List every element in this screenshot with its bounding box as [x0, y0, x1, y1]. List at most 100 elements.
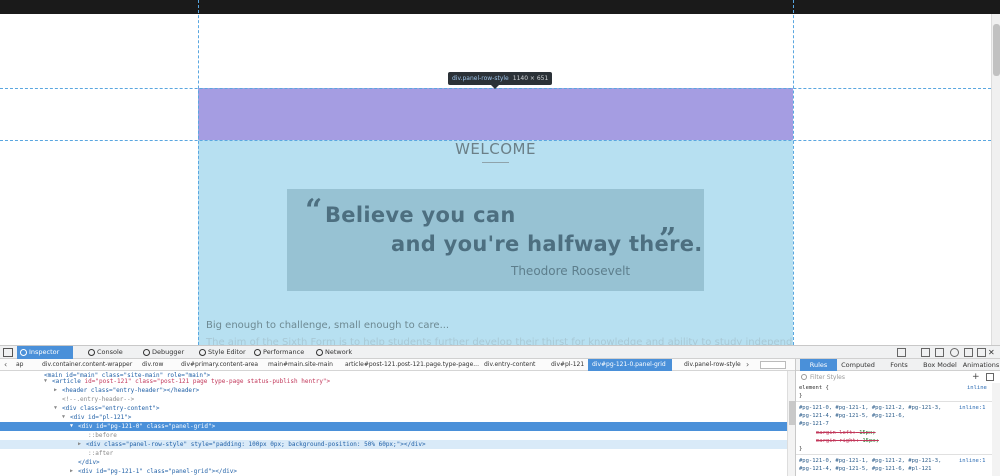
content-highlight: WELCOME “ Believe you can and you're hal… [198, 140, 793, 345]
markup-line[interactable]: <!--.entry-header--> [0, 395, 787, 404]
markup-line[interactable]: </div> [0, 458, 787, 467]
welcome-heading: WELCOME [455, 140, 536, 158]
rules-list: element { inline } #pg-121-0, #pg-121-1,… [796, 383, 1000, 476]
tab-rules[interactable]: Rules [800, 359, 837, 371]
tab-computed[interactable]: Computed [838, 359, 878, 371]
expand-triangle-icon[interactable]: ▶ [54, 386, 57, 395]
search-icon [801, 374, 807, 380]
rule-selector[interactable]: #pg-121-0, #pg-121-1, #pg-121-2, #pg-121… [799, 457, 941, 465]
breadcrumb-item-selected[interactable]: div#pg-121-0.panel-grid [588, 359, 672, 371]
rule-property-overridden[interactable]: margin-left: 15px; [816, 429, 876, 437]
rule-selector[interactable]: #pg-121-4, #pg-121-5, #pg-121-6, [799, 412, 905, 420]
quote-open-mark: “ [305, 193, 323, 228]
markup-line[interactable]: ▼ <div class="entry-content"> [0, 404, 787, 413]
markup-line[interactable]: ▶ <div id="pg-121-1" class="panel-grid"><… [0, 467, 787, 476]
rules-scrollbar[interactable] [992, 383, 1000, 476]
padding-highlight [198, 88, 793, 140]
rules-sidebar: Rules Computed Fonts Box Model Animation… [795, 359, 1000, 476]
breadcrumb: ‹ ap div.container.content-wrapper div.r… [0, 359, 795, 371]
tab-fonts[interactable]: Fonts [880, 359, 918, 371]
markup-view: <main id="main" class="site-main" role="… [0, 371, 795, 476]
expand-triangle-icon[interactable]: ▶ [78, 440, 81, 449]
rule-source[interactable]: inline:1 [959, 404, 986, 412]
rule-selector[interactable]: #pg-121-4, #pg-121-5, #pg-121-6, #pl-121 [799, 465, 931, 473]
rule-divider [796, 454, 1000, 455]
debugger-icon [143, 349, 150, 356]
performance-icon [254, 349, 261, 356]
tab-performance[interactable]: Performance [251, 346, 311, 359]
breadcrumb-item[interactable]: div#primary.content-area [177, 359, 258, 371]
breadcrumb-back-icon[interactable]: ‹ [4, 359, 7, 371]
network-icon [316, 349, 323, 356]
tab-network[interactable]: Network [313, 346, 365, 359]
console-icon [88, 349, 95, 356]
markup-scrollbar[interactable] [787, 371, 795, 476]
breadcrumb-item[interactable]: main#main.site-main [264, 359, 333, 371]
inspector-icon [20, 349, 27, 356]
rule-close: } [799, 446, 803, 452]
devtools-toolbar: Inspector Console Debugger Style Editor … [0, 345, 1000, 359]
rule-property-overridden[interactable]: margin-right: 15px; [816, 437, 879, 445]
guide-right [793, 0, 794, 345]
tagline-text: Big enough to challenge, small enough to… [206, 320, 450, 331]
rule-source[interactable]: inline:1 [959, 457, 986, 465]
markup-line[interactable]: ▼ <article id="post-121" class="post-121 … [0, 377, 787, 386]
expand-triangle-icon[interactable]: ▶ [70, 467, 73, 476]
markup-line-selected[interactable]: ▼ <div id="pg-121-0" class="panel-grid"> [0, 422, 787, 431]
intro-paragraph: The aim of the Sixth Form is to help stu… [206, 337, 793, 345]
split-console-icon[interactable] [921, 348, 930, 357]
gear-icon[interactable] [950, 348, 959, 357]
rule-divider [796, 401, 1000, 402]
tab-inspector[interactable]: Inspector [17, 346, 73, 359]
page-scrollbar-thumb[interactable] [993, 24, 1000, 76]
collapse-triangle-icon[interactable]: ▼ [54, 404, 57, 413]
collapse-triangle-icon[interactable]: ▼ [44, 377, 47, 386]
quote-author: Theodore Roosevelt [511, 264, 631, 278]
dock-icon[interactable] [897, 348, 906, 357]
tab-style-editor[interactable]: Style Editor [196, 346, 252, 359]
breadcrumb-forward-icon[interactable]: › [746, 359, 749, 371]
rule-selector[interactable]: element { [799, 384, 829, 392]
sidebar-tabs: Rules Computed Fonts Box Model Animation… [796, 359, 1000, 371]
dock-bottom-icon[interactable] [964, 348, 973, 357]
markup-line[interactable]: ▶ <header class="entry-header"></header> [0, 386, 787, 395]
rule-source[interactable]: inline [967, 384, 987, 392]
heading-underline [482, 162, 509, 163]
filter-styles-input[interactable]: Filter Styles [800, 373, 965, 382]
tab-debugger[interactable]: Debugger [140, 346, 192, 359]
browser-window: WELCOME “ Believe you can and you're hal… [0, 0, 1000, 476]
breadcrumb-item[interactable]: div.container.content-wrapper [38, 359, 132, 371]
breadcrumb-item[interactable]: div#pl-121 [547, 359, 584, 371]
quote-line-1: Believe you can [325, 203, 516, 227]
markup-line[interactable]: ::before [0, 431, 787, 440]
infobar-arrow [491, 85, 499, 89]
page-scrollbar[interactable] [991, 14, 1000, 345]
tab-console[interactable]: Console [85, 346, 135, 359]
tab-animations[interactable]: Animations [961, 359, 1000, 371]
breadcrumb-item[interactable]: article#post-121.post-121.page.type-page… [341, 359, 479, 371]
style-editor-icon [199, 349, 206, 356]
markup-line[interactable]: ::after [0, 449, 787, 458]
breadcrumb-item[interactable]: div.entry-content [480, 359, 535, 371]
rule-selector[interactable]: #pg-121-0, #pg-121-1, #pg-121-2, #pg-121… [799, 404, 941, 412]
responsive-icon[interactable] [935, 348, 944, 357]
markup-line[interactable]: ▼ <div id="pl-121"> [0, 413, 787, 422]
collapse-triangle-icon[interactable]: ▼ [70, 422, 73, 431]
breadcrumb-item[interactable]: ap [12, 359, 24, 371]
rule-close: } [799, 393, 803, 399]
add-rule-button[interactable]: + [972, 372, 980, 382]
markup-line-hovered[interactable]: ▶ <div class="panel-row-style" style="pad… [0, 440, 787, 449]
breadcrumb-item[interactable]: div.row [138, 359, 163, 371]
element-picker-icon[interactable] [3, 348, 13, 357]
rule-selector[interactable]: #pg-121-7 [799, 420, 829, 428]
markup-search-input[interactable] [760, 361, 786, 369]
guide-left [198, 0, 199, 345]
close-icon[interactable]: ✕ [988, 346, 998, 359]
breadcrumb-item[interactable]: div.panel-row-style [680, 359, 741, 371]
tab-box-model[interactable]: Box Model [920, 359, 960, 371]
collapse-triangle-icon[interactable]: ▼ [62, 413, 65, 422]
infobar-dimensions: 1140 × 651 [512, 75, 549, 82]
toggle-pseudo-classes-icon[interactable] [986, 373, 994, 381]
dock-side-icon[interactable] [977, 348, 986, 357]
infobar-selector: div.panel-row-style [452, 75, 509, 82]
